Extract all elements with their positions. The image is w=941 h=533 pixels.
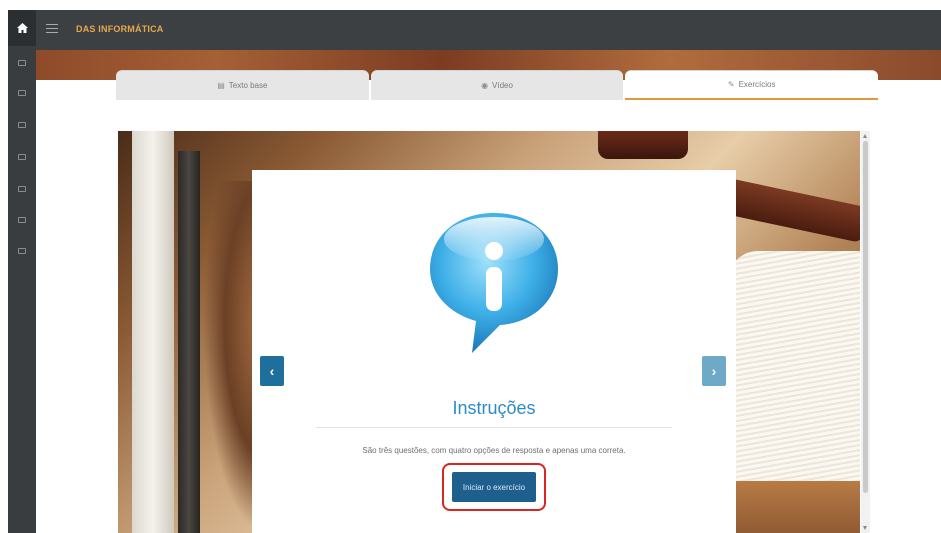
- tab-label: Texto base: [228, 81, 268, 90]
- info-bubble-icon: [430, 213, 558, 353]
- scrollbar[interactable]: [861, 131, 870, 533]
- chevron-right-icon: ›: [711, 363, 717, 379]
- start-button-highlight: Iniciar o exercício: [442, 463, 546, 511]
- sidebar-item-5[interactable]: [18, 186, 26, 192]
- app-title: DAS INFORMÁTICA: [76, 24, 164, 34]
- sidebar-item-6[interactable]: [18, 217, 26, 223]
- instructions-text: São três questões, com quatro opções de …: [362, 446, 626, 455]
- hamburger-icon[interactable]: [46, 24, 58, 34]
- tab-label: Exercícios: [738, 80, 776, 89]
- document-icon: ▤: [217, 81, 225, 90]
- sidebar-item-3[interactable]: [18, 122, 26, 128]
- sidebar-item-2[interactable]: [18, 90, 26, 96]
- left-sidebar: [8, 10, 36, 533]
- home-button[interactable]: [8, 10, 36, 46]
- scroll-up-icon[interactable]: [863, 134, 867, 138]
- tab-texto-base[interactable]: ▤ Texto base: [116, 70, 369, 100]
- sidebar-item-4[interactable]: [18, 154, 26, 160]
- scrollbar-thumb[interactable]: [863, 141, 868, 493]
- scroll-down-icon[interactable]: [863, 526, 867, 530]
- sidebar-item-1[interactable]: [18, 60, 26, 66]
- tab-video[interactable]: ◉ Vídeo: [370, 70, 624, 100]
- play-icon: ◉: [481, 81, 489, 90]
- card-title: Instruções: [452, 398, 536, 418]
- edit-icon: ✎: [727, 80, 735, 89]
- carousel-next-button[interactable]: ›: [702, 356, 726, 386]
- instructions-card: Instruções São três questões, com quatro…: [252, 170, 736, 533]
- sidebar-item-7[interactable]: [18, 248, 26, 254]
- start-exercise-button[interactable]: Iniciar o exercício: [452, 472, 536, 502]
- chevron-left-icon: ‹: [269, 363, 275, 379]
- tab-exercicios[interactable]: ✎ Exercícios: [625, 70, 879, 100]
- home-icon: [16, 23, 28, 33]
- tab-bar: ▤ Texto base ◉ Vídeo ✎ Exercícios: [116, 70, 879, 100]
- tab-label: Vídeo: [492, 81, 513, 90]
- top-bar: DAS INFORMÁTICA: [36, 10, 941, 50]
- carousel-prev-button[interactable]: ‹: [260, 356, 284, 386]
- page-margin: [0, 0, 8, 533]
- divider: [316, 427, 672, 428]
